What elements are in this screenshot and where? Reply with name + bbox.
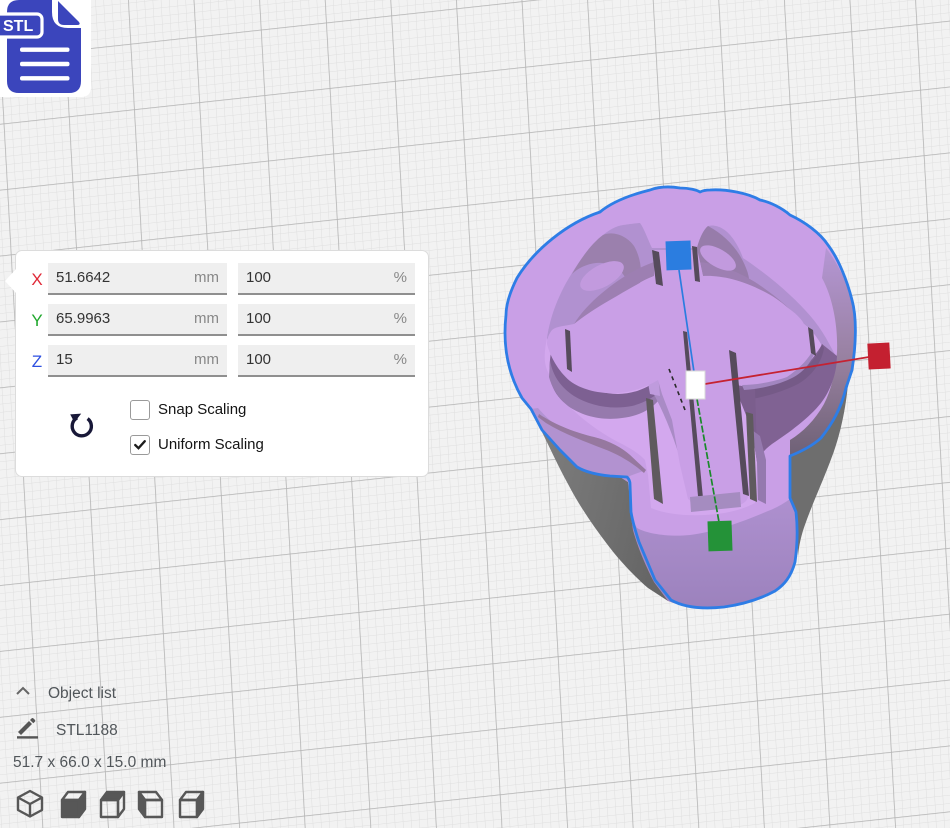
svg-text:STL: STL xyxy=(3,18,33,35)
